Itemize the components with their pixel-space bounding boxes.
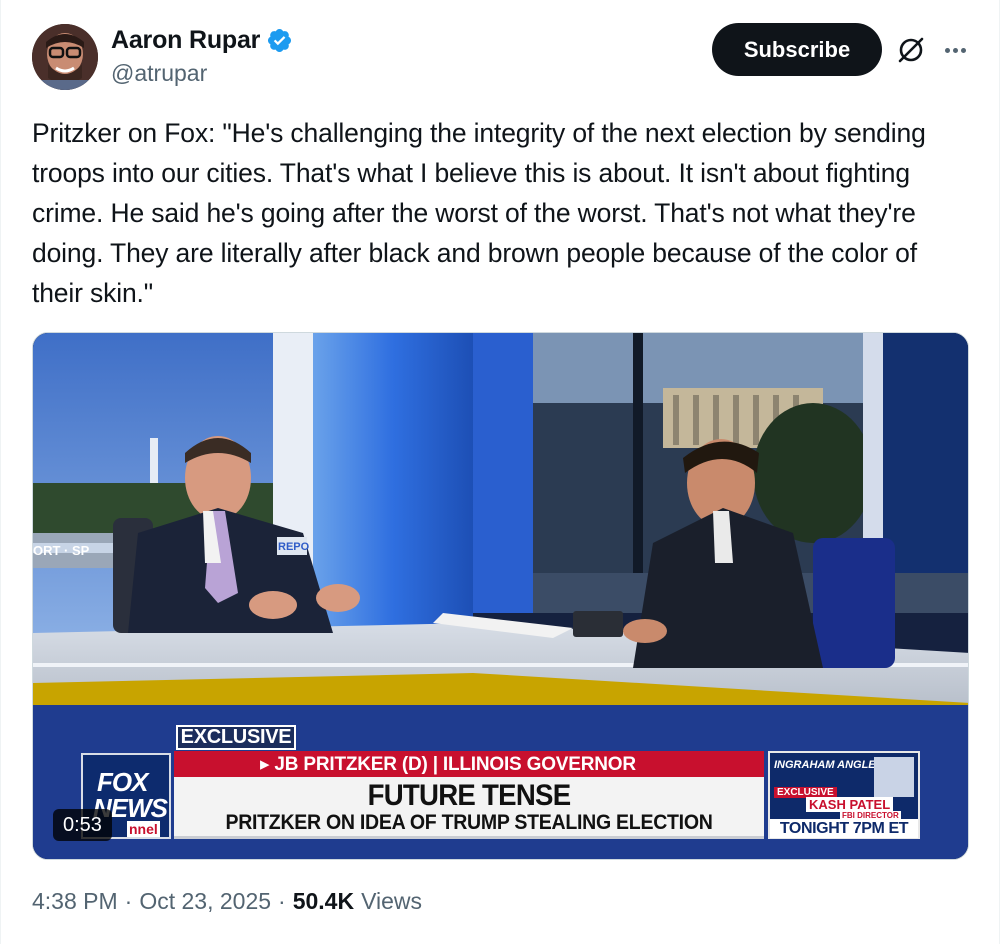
video-player[interactable]: ORT · SP REPO EXCLUSIVE FOX NEWS nnel ▸ …	[32, 332, 969, 860]
author-name-row: Aaron Rupar	[111, 26, 293, 55]
author-handle[interactable]: @atrupar	[111, 60, 207, 87]
tweet-time[interactable]: 4:38 PM	[32, 888, 118, 915]
meta-separator: ·	[124, 888, 133, 914]
author-avatar[interactable]	[32, 24, 98, 90]
views-count[interactable]: 50.4K	[293, 888, 354, 915]
tweet-date[interactable]: Oct 23, 2025	[139, 888, 271, 915]
promo-airtime: TONIGHT 7PM ET	[770, 819, 918, 838]
verified-badge-icon[interactable]	[266, 27, 293, 54]
chyron-headline: FUTURE TENSE	[367, 779, 572, 812]
chyron-headline-strip: FUTURE TENSE PRITZKER ON IDEA OF TRUMP S…	[174, 777, 764, 839]
video-duration-badge: 0:53	[53, 809, 112, 841]
tweet-meta: 4:38 PM · Oct 23, 2025 · 50.4K Views	[32, 888, 422, 915]
show-promo: INGRAHAM ANGLE EXCLUSIVE KASH PATEL FBI …	[768, 751, 920, 839]
more-options-icon[interactable]	[939, 34, 971, 66]
promo-guest-name: KASH PATEL	[806, 797, 894, 812]
tweet-card: Aaron Rupar @atrupar Subscribe Pritzker …	[0, 0, 1000, 944]
grok-icon[interactable]	[895, 34, 927, 66]
chyron-subhead: PRITZKER ON IDEA OF TRUMP STEALING ELECT…	[225, 811, 713, 834]
views-label: Views	[361, 888, 423, 914]
news-chyron: EXCLUSIVE FOX NEWS nnel ▸ JB PRITZKER (D…	[33, 333, 968, 859]
tweet-text: Pritzker on Fox: "He's challenging the i…	[32, 118, 926, 308]
chyron-name-strip: ▸ JB PRITZKER (D) | ILLINOIS GOVERNOR	[174, 751, 764, 777]
promo-guest-photo	[874, 757, 914, 797]
meta-separator: ·	[278, 888, 286, 914]
subscribe-button[interactable]: Subscribe	[712, 23, 882, 76]
exclusive-tag: EXCLUSIVE	[176, 725, 296, 750]
promo-show-name: INGRAHAM ANGLE	[774, 759, 876, 771]
author-display-name[interactable]: Aaron Rupar	[111, 26, 260, 55]
fox-logo-line3: nnel	[127, 821, 160, 837]
